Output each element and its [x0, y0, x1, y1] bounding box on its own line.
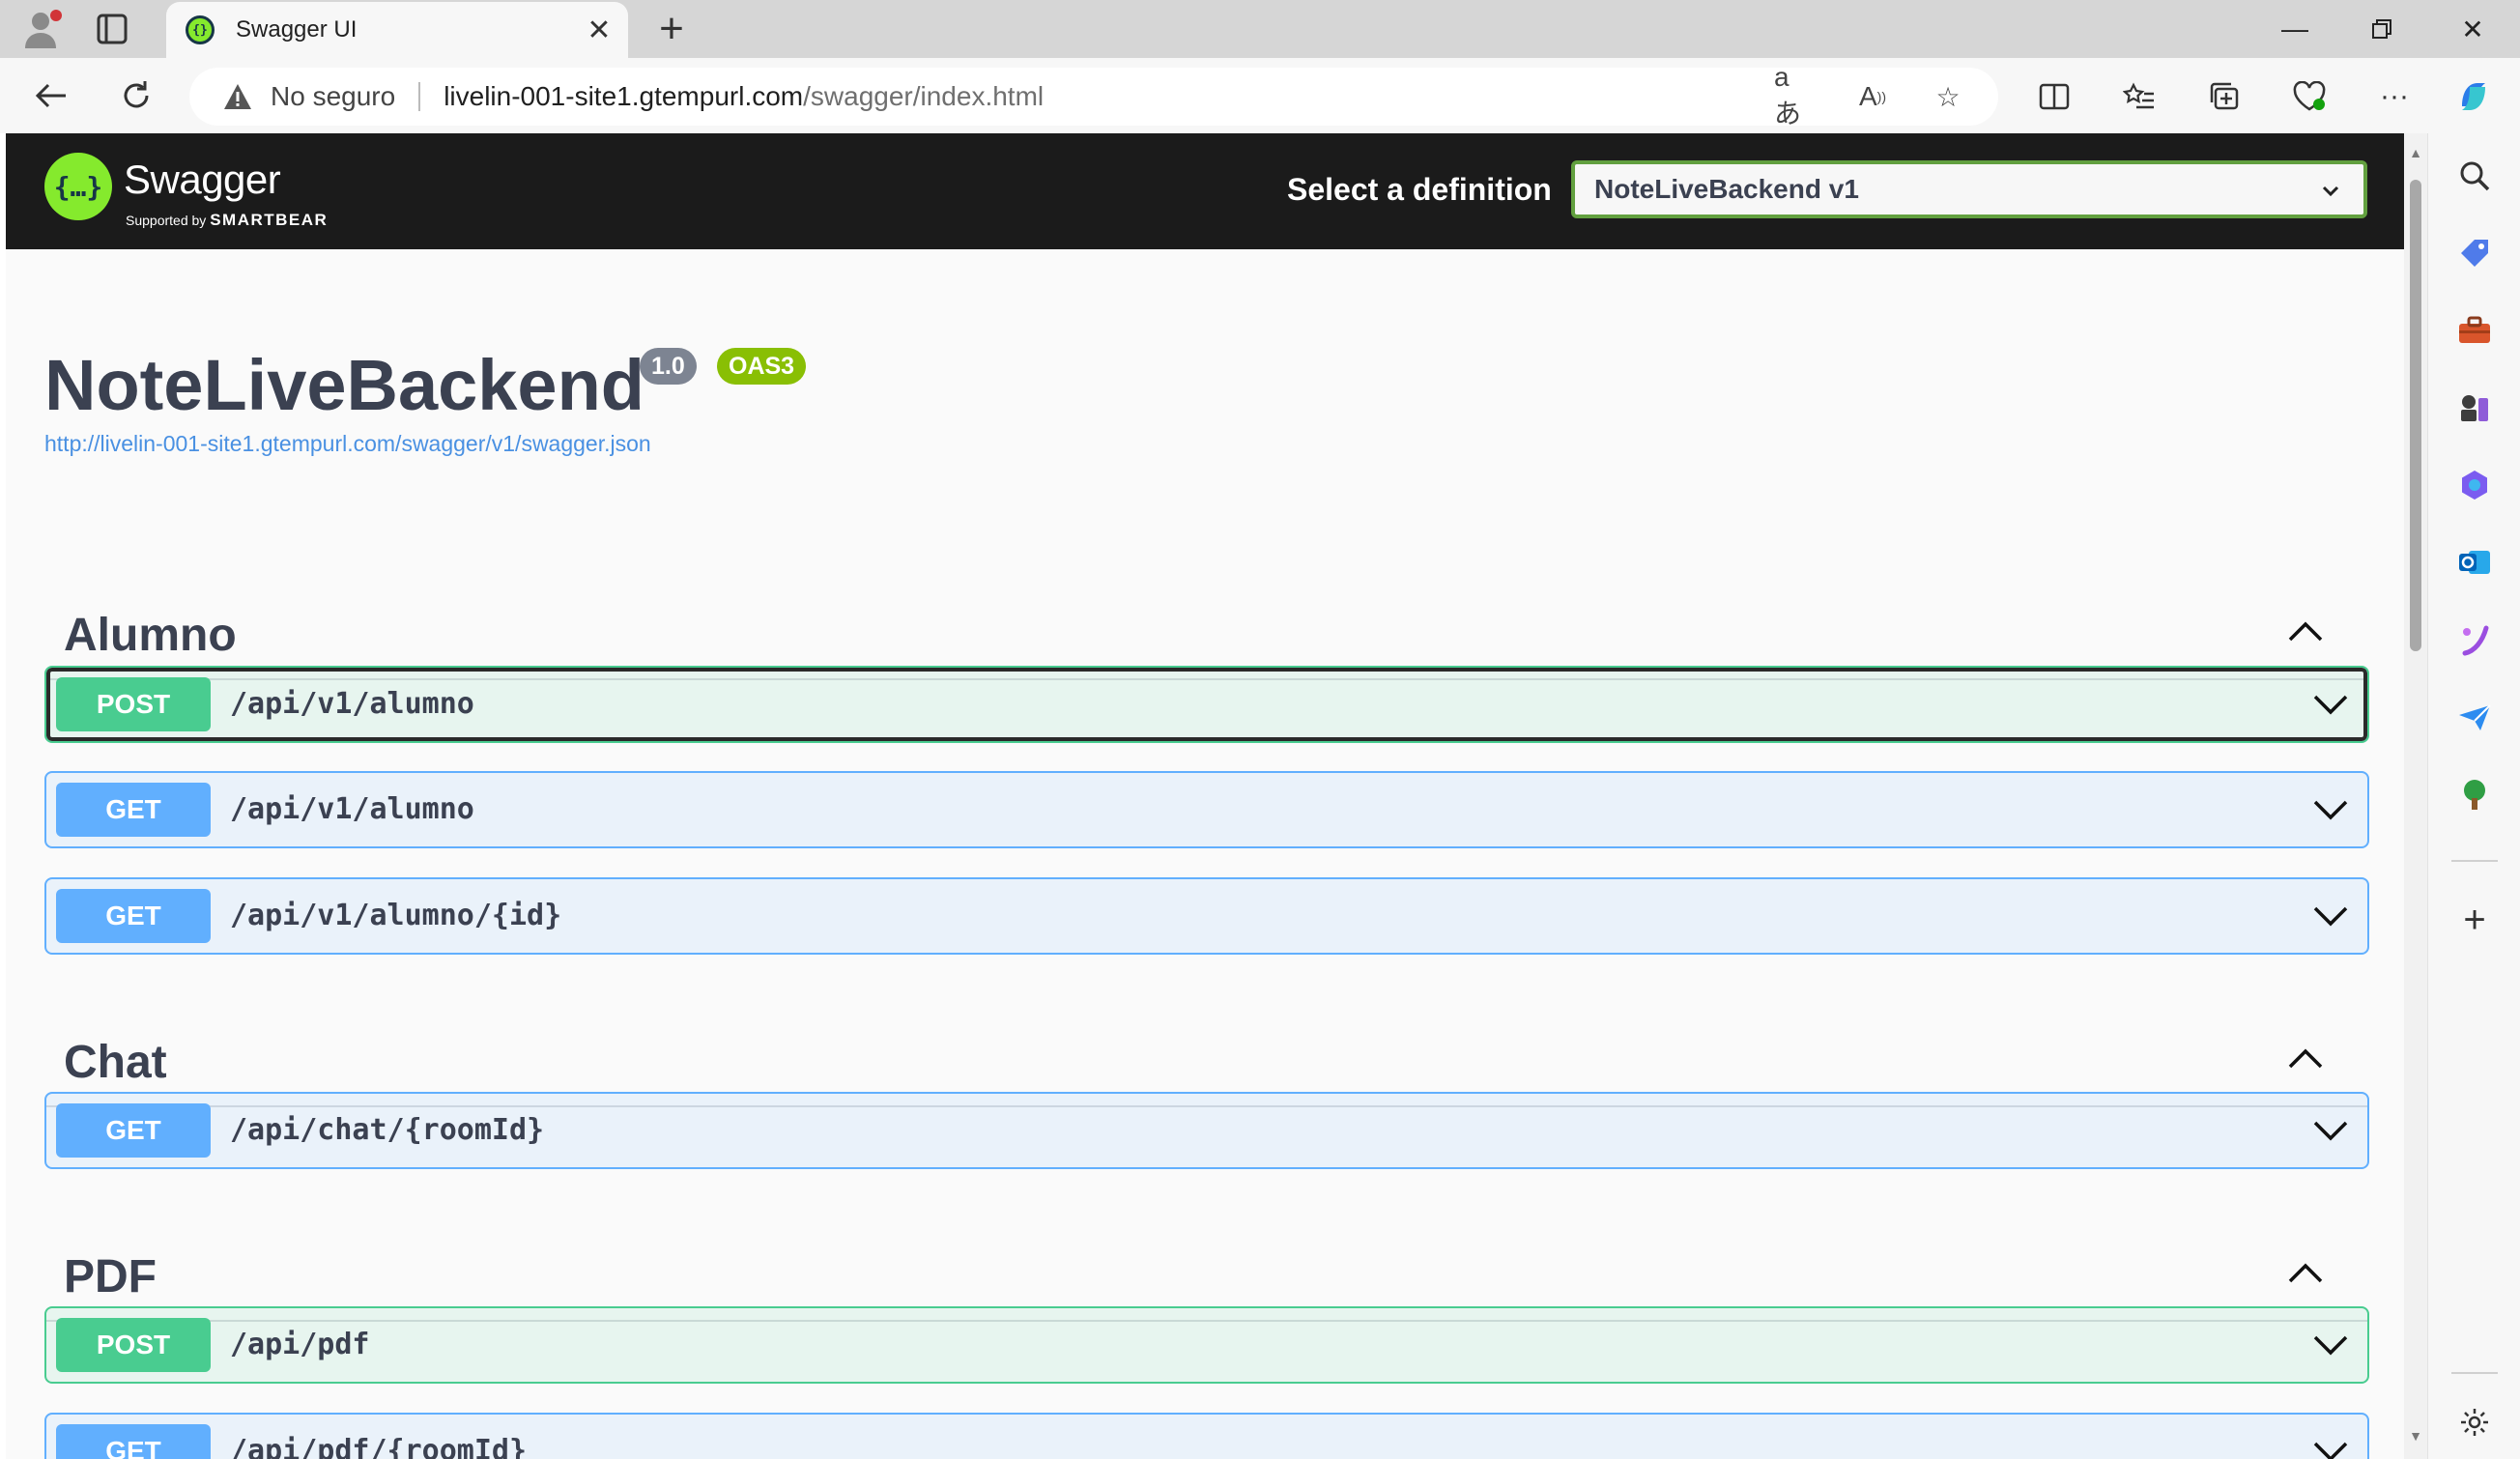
method-badge: GET — [56, 1424, 211, 1459]
section-title: Chat — [64, 1037, 167, 1088]
designer-icon[interactable] — [2453, 618, 2496, 661]
swagger-logo-icon[interactable]: {…} — [44, 153, 112, 220]
refresh-icon[interactable] — [108, 68, 164, 124]
edge-sidebar: + — [2427, 133, 2520, 1459]
chevron-down-icon[interactable] — [2311, 901, 2350, 931]
favorites-icon[interactable] — [2118, 77, 2161, 116]
page-viewport: {…} Swagger Supported by SMARTBEAR Selec… — [6, 133, 2404, 1459]
operation-get-pdf-roomid[interactable]: GET/api/pdf/{roomId} — [44, 1413, 2369, 1459]
restore-icon[interactable] — [2338, 0, 2425, 58]
operation-path: /api/pdf — [230, 1328, 370, 1361]
swagger-brand[interactable]: Swagger — [124, 157, 281, 203]
operation-get-chat-roomid[interactable]: GET/api/chat/{roomId} — [44, 1092, 2369, 1169]
security-status[interactable]: No seguro — [271, 81, 395, 112]
outlook-icon[interactable] — [2453, 541, 2496, 584]
method-badge: POST — [56, 677, 211, 731]
method-badge: GET — [56, 889, 211, 943]
operation-get-alumno[interactable]: GET/api/v1/alumno — [44, 771, 2369, 848]
chevron-up-icon[interactable] — [2284, 1040, 2327, 1074]
add-sidebar-app-icon[interactable]: + — [2453, 899, 2496, 941]
oas-badge: OAS3 — [717, 348, 807, 385]
browser-toolbar: No seguro livelin-001-site1.gtempurl.com… — [0, 58, 2520, 133]
tab-swagger-ui[interactable]: {} Swagger UI ✕ — [166, 2, 628, 58]
new-tab-icon[interactable]: + — [647, 5, 696, 52]
select-definition-label: Select a definition — [1287, 172, 1552, 207]
operation-path: /api/v1/alumno/{id} — [230, 899, 562, 932]
games-icon[interactable] — [2453, 386, 2496, 429]
api-title: NoteLiveBackend — [44, 345, 644, 425]
method-badge: GET — [56, 783, 211, 837]
address-bar[interactable]: No seguro livelin-001-site1.gtempurl.com… — [189, 62, 1998, 129]
browser-essentials-icon[interactable] — [2288, 77, 2331, 116]
scrollbar-thumb[interactable] — [2410, 180, 2421, 651]
copilot-icon[interactable] — [2452, 77, 2495, 116]
scroll-up-icon[interactable]: ▲ — [2408, 145, 2423, 160]
chevron-up-icon[interactable] — [2284, 1254, 2327, 1289]
spec-url-link[interactable]: http://livelin-001-site1.gtempurl.com/sw… — [44, 431, 651, 457]
method-badge: GET — [56, 1103, 211, 1158]
sidebar-divider — [2451, 860, 2498, 862]
chevron-down-icon — [2322, 186, 2339, 197]
definition-select-value: NoteLiveBackend v1 — [1594, 174, 1859, 204]
version-badge: 1.0 — [640, 348, 697, 385]
browser-tabstrip: {} Swagger UI ✕ + — ✕ — [0, 0, 2520, 58]
scroll-down-icon[interactable]: ▼ — [2408, 1428, 2423, 1444]
favorite-star-icon[interactable]: ☆ — [1929, 79, 1967, 114]
section-title: Alumno — [64, 610, 237, 661]
chevron-up-icon[interactable] — [2284, 613, 2327, 647]
chevron-down-icon[interactable] — [2311, 794, 2350, 825]
translate-icon[interactable]: aあ — [1774, 62, 1813, 129]
supported-by-text: Supported by — [126, 213, 207, 228]
collections-icon[interactable] — [2203, 77, 2246, 116]
operation-path: /api/v1/alumno — [230, 792, 474, 826]
chevron-down-icon[interactable] — [2311, 1115, 2350, 1146]
swagger-favicon-icon: {} — [186, 15, 215, 44]
chevron-down-icon[interactable] — [2311, 1436, 2350, 1459]
address-divider — [418, 82, 421, 111]
method-badge: POST — [56, 1318, 211, 1372]
tab-close-icon[interactable]: ✕ — [580, 11, 618, 49]
tools-briefcase-icon[interactable] — [2453, 309, 2496, 352]
chevron-down-icon[interactable] — [2311, 1330, 2350, 1360]
url-host: livelin-001-site1.gtempurl.com — [444, 81, 804, 111]
operation-path: /api/chat/{roomId} — [230, 1113, 545, 1147]
send-drop-icon[interactable] — [2453, 696, 2496, 738]
read-aloud-icon[interactable]: A)) — [1853, 79, 1892, 114]
tab-title: Swagger UI — [236, 16, 358, 43]
tree-icon[interactable] — [2453, 773, 2496, 815]
back-icon[interactable] — [23, 68, 79, 124]
chevron-down-icon[interactable] — [2311, 689, 2350, 720]
shopping-tag-icon[interactable] — [2453, 232, 2496, 274]
operation-post-alumno[interactable]: POST/api/v1/alumno — [44, 666, 2369, 743]
operation-post-pdf[interactable]: POST/api/pdf — [44, 1306, 2369, 1384]
split-screen-icon[interactable] — [2033, 77, 2076, 116]
tab-actions-icon[interactable] — [93, 12, 131, 46]
microsoft-365-icon[interactable] — [2453, 464, 2496, 506]
swagger-topbar: {…} Swagger Supported by SMARTBEAR Selec… — [6, 133, 2404, 249]
sidebar-settings-gear-icon[interactable] — [2453, 1401, 2496, 1444]
operation-path: /api/v1/alumno — [230, 687, 474, 721]
profile-icon[interactable] — [19, 6, 66, 52]
sidebar-divider — [2451, 1372, 2498, 1374]
swagger-supported-by: Supported by SMARTBEAR — [126, 211, 328, 230]
definition-select[interactable]: NoteLiveBackend v1 — [1571, 160, 2367, 218]
operation-get-alumno-id[interactable]: GET/api/v1/alumno/{id} — [44, 877, 2369, 955]
search-icon[interactable] — [2453, 155, 2496, 197]
section-title: PDF — [64, 1251, 157, 1302]
minimize-icon[interactable]: — — [2251, 0, 2338, 58]
url-path: /swagger/index.html — [803, 81, 1045, 111]
more-options-icon[interactable]: ··· — [2373, 77, 2416, 116]
warning-icon — [224, 84, 251, 109]
smartbear-text: SMARTBEAR — [210, 211, 329, 229]
close-window-icon[interactable]: ✕ — [2429, 0, 2516, 58]
operation-path: /api/pdf/{roomId} — [230, 1434, 528, 1459]
page-scrollbar[interactable]: ▲ ▼ — [2404, 133, 2427, 1459]
